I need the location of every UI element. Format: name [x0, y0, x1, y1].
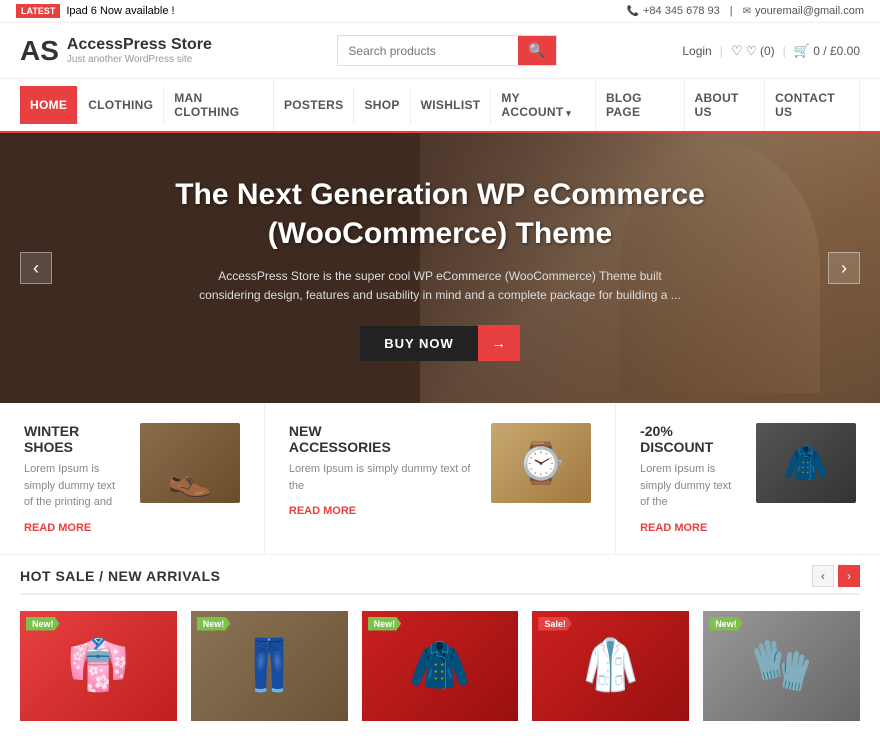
hot-sale-navigation: ‹ ›	[812, 565, 860, 587]
site-title: AccessPress Store	[67, 36, 212, 54]
hero-cta: BUY NOW →	[170, 325, 710, 361]
hero-next-button[interactable]: ›	[828, 252, 860, 284]
divider-1: |	[720, 44, 723, 58]
announcement-text: Ipad 6 Now available !	[66, 5, 174, 17]
feature-discount-image: 🧥	[756, 423, 856, 503]
feature-discount-read-more[interactable]: READ MORE	[640, 522, 707, 534]
product-image-1: New! 👘	[20, 611, 177, 721]
feature-shoes-title: WINTER SHOES	[24, 423, 126, 455]
hero-slider: ‹ The Next Generation WP eCommerce (WooC…	[0, 133, 880, 403]
feature-watch-title: NEWACCESSORIES	[289, 423, 477, 455]
feature-discount: -20%DISCOUNT Lorem Ipsum is simply dummy…	[616, 403, 880, 554]
nav-man-clothing[interactable]: MAN CLOTHING	[164, 79, 274, 131]
nav-blog[interactable]: BLOG PAGE	[596, 79, 685, 131]
header-actions: Login | ♡ (0) | 0 / £0.00	[682, 43, 860, 59]
products-row: New! 👘 New! 👖 New! 🧥 Sale! 🥼 New!	[20, 611, 860, 727]
divider-2: |	[783, 44, 786, 58]
feature-shoes-desc: Lorem Ipsum is simply dummy text of the …	[24, 461, 126, 511]
phone-contact: +84 345 678 93	[627, 5, 720, 17]
product-image-4: Sale! 🥼	[532, 611, 689, 721]
nav-contact[interactable]: CONTACT US	[765, 79, 860, 131]
hot-sale-title: HOT SALE / NEW ARRIVALS	[20, 568, 221, 584]
logo-text: AccessPress Store Just another WordPress…	[67, 36, 212, 65]
feature-watch-image: ⌚	[491, 423, 591, 503]
nav-posters[interactable]: POSTERS	[274, 86, 354, 124]
wishlist-link[interactable]: ♡ (0)	[731, 43, 775, 59]
hero-title: The Next Generation WP eCommerce (WooCom…	[170, 175, 710, 253]
product-badge-1: New!	[26, 617, 60, 631]
feature-watch-desc: Lorem Ipsum is simply dummy text of the	[289, 461, 477, 494]
logo[interactable]: AS AccessPress Store Just another WordPr…	[20, 36, 212, 65]
hot-sale-prev[interactable]: ‹	[812, 565, 834, 587]
header: AS AccessPress Store Just another WordPr…	[0, 23, 880, 79]
phone-icon	[627, 6, 639, 17]
feature-boxes: WINTER SHOES Lorem Ipsum is simply dummy…	[0, 403, 880, 555]
product-image-3: New! 🧥	[362, 611, 519, 721]
feature-discount-title: -20%DISCOUNT	[640, 423, 742, 455]
product-card-3[interactable]: New! 🧥	[362, 611, 519, 727]
feature-watch-text: NEWACCESSORIES Lorem Ipsum is simply dum…	[289, 423, 477, 517]
search-input[interactable]	[338, 38, 518, 64]
feature-shoes-text: WINTER SHOES Lorem Ipsum is simply dummy…	[24, 423, 126, 534]
product-badge-2: New!	[197, 617, 231, 631]
hero-arrow-button[interactable]: →	[478, 325, 520, 361]
product-image-2: New! 👖	[191, 611, 348, 721]
feature-shoes-read-more[interactable]: READ MORE	[24, 522, 91, 534]
feature-discount-text: -20%DISCOUNT Lorem Ipsum is simply dummy…	[640, 423, 742, 534]
product-card-5[interactable]: New! 🧤	[703, 611, 860, 727]
search-button[interactable]: 🔍	[518, 36, 555, 65]
product-card-1[interactable]: New! 👘	[20, 611, 177, 727]
hero-prev-button[interactable]: ‹	[20, 252, 52, 284]
cart-link[interactable]: 0 / £0.00	[794, 43, 860, 59]
buy-now-button[interactable]: BUY NOW	[360, 326, 478, 361]
latest-badge: LATEST	[16, 4, 60, 18]
pipe-divider: |	[730, 5, 733, 17]
nav-my-account[interactable]: MY ACCOUNT	[491, 79, 596, 131]
top-bar-right: +84 345 678 93 | youremail@gmail.com	[627, 5, 864, 17]
main-nav: HOME CLOTHING MAN CLOTHING POSTERS SHOP …	[0, 79, 880, 133]
top-bar-left: LATEST Ipad 6 Now available !	[16, 4, 175, 18]
product-image-5: New! 🧤	[703, 611, 860, 721]
product-badge-4: Sale!	[538, 617, 572, 631]
hero-description: AccessPress Store is the super cool WP e…	[190, 267, 690, 305]
nav-about[interactable]: ABOUT US	[685, 79, 766, 131]
nav-home[interactable]: HOME	[20, 86, 78, 124]
top-bar: LATEST Ipad 6 Now available ! +84 345 67…	[0, 0, 880, 23]
wishlist-heart-icon	[731, 44, 743, 58]
feature-shoes-image: 👞	[140, 423, 240, 503]
feature-discount-desc: Lorem Ipsum is simply dummy text of the	[640, 461, 742, 511]
product-badge-3: New!	[368, 617, 402, 631]
search-form[interactable]: 🔍	[337, 35, 556, 66]
nav-clothing[interactable]: CLOTHING	[78, 86, 164, 124]
logo-icon: AS	[20, 37, 59, 65]
product-badge-5: New!	[709, 617, 743, 631]
email-icon	[743, 6, 751, 17]
cart-icon	[794, 44, 810, 58]
hot-sale-section: HOT SALE / NEW ARRIVALS ‹ › New! 👘 New! …	[0, 555, 880, 743]
feature-watch-read-more[interactable]: READ MORE	[289, 505, 356, 517]
hot-sale-next[interactable]: ›	[838, 565, 860, 587]
nav-wishlist[interactable]: WISHLIST	[411, 86, 492, 124]
site-tagline: Just another WordPress site	[67, 54, 212, 65]
product-card-4[interactable]: Sale! 🥼	[532, 611, 689, 727]
hot-sale-header: HOT SALE / NEW ARRIVALS ‹ ›	[20, 555, 860, 595]
email-contact: youremail@gmail.com	[743, 5, 864, 17]
feature-shoes: WINTER SHOES Lorem Ipsum is simply dummy…	[0, 403, 265, 554]
product-card-2[interactable]: New! 👖	[191, 611, 348, 727]
feature-watch: NEWACCESSORIES Lorem Ipsum is simply dum…	[265, 403, 616, 554]
login-link[interactable]: Login	[682, 44, 711, 58]
hero-content: The Next Generation WP eCommerce (WooCom…	[90, 175, 790, 361]
nav-shop[interactable]: SHOP	[354, 86, 410, 124]
